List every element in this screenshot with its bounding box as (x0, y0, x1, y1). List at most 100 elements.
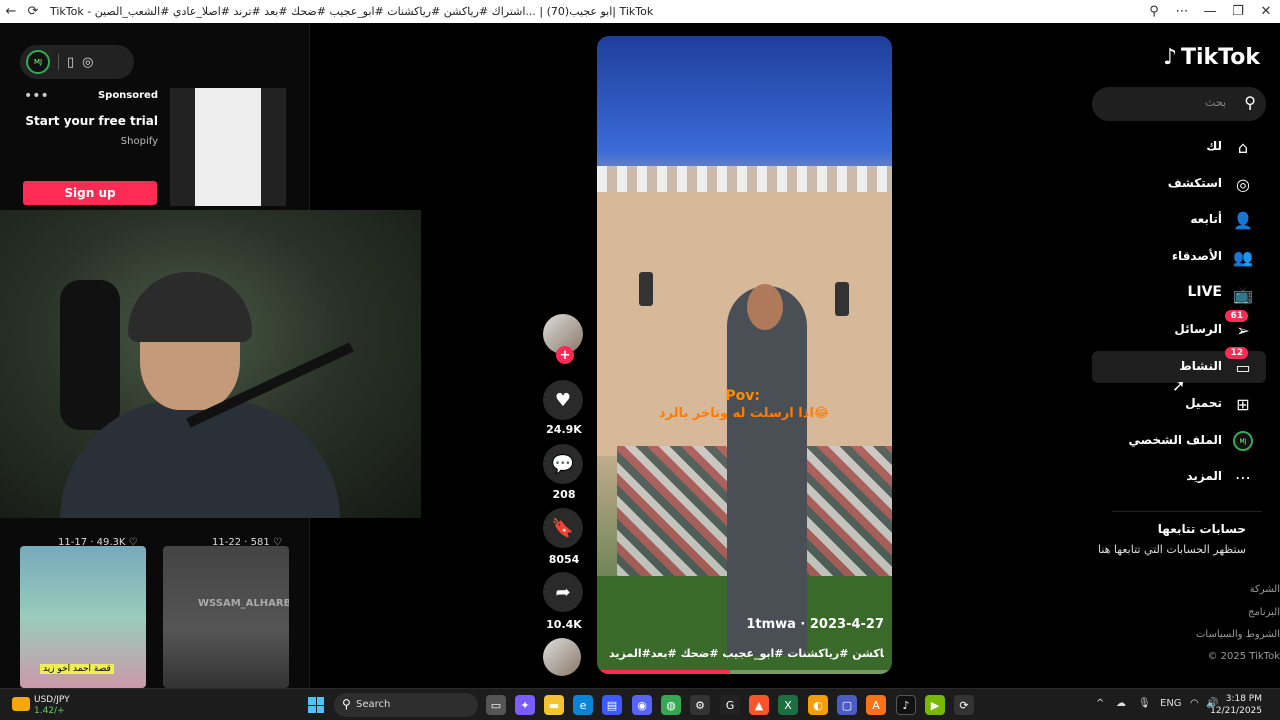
video-thumbnail[interactable]: WSSAM_ALHARBI (163, 546, 289, 688)
video-person (727, 286, 807, 656)
compass-icon: ◎ (1236, 174, 1250, 194)
footer-link-company[interactable]: الشركة (1250, 584, 1280, 595)
tray-chevron-icon[interactable]: ^ (1096, 698, 1104, 709)
search-icon: ⚲ (342, 697, 351, 711)
compass-icon[interactable]: ◎ (82, 55, 93, 70)
tiktok-logo[interactable]: ♪ TikTok (1163, 45, 1260, 70)
zoom-icon[interactable]: ⚲ (1140, 1, 1168, 23)
video-lamp (639, 272, 653, 306)
currency-icon (12, 697, 30, 711)
nav-item-following[interactable]: 👤 أتابعه (1092, 204, 1266, 236)
nav-label: استكشف (1167, 176, 1222, 190)
footer-link-program[interactable]: البرنامج (1248, 607, 1280, 618)
video-decor (597, 166, 892, 192)
live-icon: 📺 (1233, 284, 1253, 304)
nvidia-icon[interactable]: ▶ (925, 695, 945, 715)
search-icon[interactable]: ⚲ (1244, 93, 1256, 112)
avatar[interactable]: MJ (26, 50, 50, 74)
excel-icon[interactable]: X (778, 695, 798, 715)
reload-icon[interactable]: ⟳ (22, 1, 44, 23)
comment-icon[interactable]: 💬 (543, 444, 583, 484)
activity-icon: ▭ (1235, 357, 1251, 377)
tiktok-taskbar-icon[interactable]: ♪ (896, 695, 916, 715)
home-icon: ⌂ (1237, 137, 1249, 157)
app-icon[interactable]: G (720, 695, 740, 715)
nav-item-live[interactable]: 📺 LIVE (1092, 278, 1266, 310)
minimize-button[interactable]: — (1196, 1, 1224, 23)
ad-brand: Shopify (120, 136, 158, 147)
video-progress-bar[interactable] (597, 670, 892, 674)
discord-icon[interactable]: ◉ (632, 695, 652, 715)
nav-item-messages[interactable]: ➢ 61 الرسائل (1092, 310, 1266, 346)
mouse-cursor-icon: ➚ (1172, 376, 1186, 395)
maximize-button[interactable]: ❐ (1224, 1, 1252, 23)
nav-label: أتابعه (1190, 212, 1222, 226)
save-count: 8054 (548, 553, 580, 566)
footer-link-terms[interactable]: الشروط والسياسات (1196, 629, 1280, 640)
wifi-icon[interactable]: ◠ (1190, 698, 1199, 709)
ad-title: Start your free trial (25, 114, 158, 128)
steam-icon[interactable]: ⚙ (690, 695, 710, 715)
more-link[interactable]: المزيد (609, 647, 642, 660)
video-thumbnail[interactable]: قصة احمد اخو زيد (20, 546, 146, 688)
app-icon[interactable]: A (866, 695, 886, 715)
app-icon[interactable]: ▢ (837, 695, 857, 715)
video-author-date[interactable]: 1tmwa · 2023-4-27 (597, 617, 884, 632)
chair (60, 280, 120, 430)
messages-icon: ➢ (1236, 320, 1250, 340)
copilot-icon[interactable]: ✦ (515, 695, 535, 715)
share-icon[interactable]: ➦ (543, 572, 583, 612)
store-icon[interactable]: ▤ (602, 695, 622, 715)
more-icon: ⋯ (1235, 467, 1251, 487)
thumbnail-overlay-text: WSSAM_ALHARBI (198, 598, 289, 609)
chrome-icon[interactable]: ◍ (661, 695, 681, 715)
nav-label: تحميل (1185, 396, 1222, 410)
sound-avatar[interactable] (543, 638, 581, 676)
taskbar: USD/JPY 1.42/+ ⚲ Search ▭ ✦ ▬ e ▤ ◉ ◍ ⚙ … (0, 688, 1280, 720)
search-input[interactable]: بحث ⚲ (1092, 87, 1266, 121)
share-count: 10.4K (546, 618, 582, 631)
app-icon[interactable]: ⟳ (954, 695, 974, 715)
more-icon[interactable]: ⋯ (1168, 1, 1196, 23)
tray-app-icon[interactable]: ☁ (1116, 698, 1126, 709)
screen: ← ⟳ TikTok - ابو عجيب(70) | ...اشتراك #ر… (0, 0, 1280, 720)
logo-text: TikTok (1180, 45, 1260, 70)
brave-icon[interactable]: ▲ (749, 695, 769, 715)
clock[interactable]: 3:18 PM 12/21/2025 (1210, 693, 1262, 717)
nav-label: الأصدقاء (1171, 249, 1222, 263)
profile-toolbar: MJ ▯ ◎ (20, 45, 134, 79)
edge-icon[interactable]: e (573, 695, 593, 715)
bookmark-icon[interactable]: 🔖 (543, 508, 583, 548)
app-icon[interactable]: ◐ (808, 695, 828, 715)
ad-signup-button[interactable]: Sign up (23, 181, 157, 205)
webcam-overlay (0, 210, 421, 518)
taskbar-search[interactable]: ⚲ Search (334, 693, 478, 717)
video-description: المزيد #رياكشن #رياكشنات #ابو_عجيب #ضحك … (609, 647, 884, 660)
nav-item-more[interactable]: ⋯ المزيد (1092, 461, 1266, 493)
task-view-icon[interactable]: ▭ (486, 695, 506, 715)
phone-icon[interactable]: ▯ (67, 55, 74, 70)
user-follow-icon: 👤 (1233, 210, 1253, 230)
video-player[interactable]: Pov: اذا ارسلت له وتاخر بالرد😂 1tmwa · 2… (597, 36, 892, 674)
close-button[interactable]: ✕ (1252, 1, 1280, 23)
activity-badge: 12 (1225, 347, 1248, 359)
nav-item-profile[interactable]: MJ الملف الشخصي (1092, 425, 1266, 457)
nav-item-explore[interactable]: ◎ استكشف (1092, 168, 1266, 200)
file-explorer-icon[interactable]: ▬ (544, 695, 564, 715)
clock-time: 3:18 PM (1225, 694, 1262, 704)
microphone-icon[interactable]: 🎙 (1138, 698, 1151, 709)
ad-image[interactable] (170, 88, 286, 206)
nav-item-friends[interactable]: 👥 الأصدقاء (1092, 241, 1266, 273)
language-indicator[interactable]: ENG (1160, 698, 1182, 709)
profile-icon: MJ (1232, 430, 1254, 452)
windows-start-icon[interactable] (308, 697, 324, 713)
back-icon[interactable]: ← (0, 1, 22, 23)
ticker-change: 1.42/+ (34, 706, 65, 716)
follow-button[interactable]: + (556, 346, 574, 364)
video-hashtags[interactable]: #رياكشن #رياكشنات #ابو_عجيب #ضحك #بعد... (642, 647, 884, 660)
video-caption-text: اذا ارسلت له وتاخر بالرد😂 (658, 406, 829, 421)
ticker-widget[interactable]: USD/JPY 1.42/+ (8, 693, 98, 717)
heart-icon[interactable]: ♥ (543, 380, 583, 420)
clock-date: 12/21/2025 (1210, 706, 1262, 716)
nav-item-foryou[interactable]: ⌂ لك (1092, 131, 1266, 163)
